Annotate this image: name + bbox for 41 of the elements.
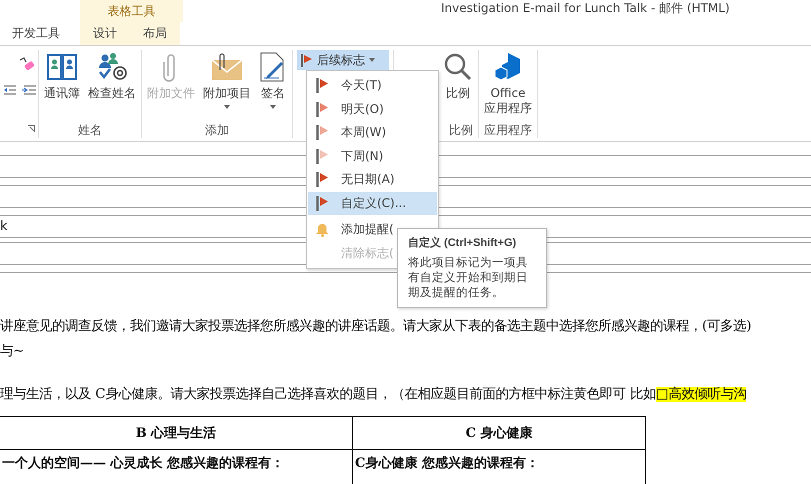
table-header-cell: C 身心健康 xyxy=(352,416,646,450)
ribbon-button[interactable]: 检查姓名 xyxy=(86,50,138,122)
envelope-paperclip-icon xyxy=(211,52,243,82)
group-label: 添加 xyxy=(204,122,230,138)
ribbon-button[interactable]: 通讯簿 xyxy=(42,50,82,122)
ribbon-tab[interactable]: 开发工具 xyxy=(0,22,80,45)
address-book-icon xyxy=(47,52,77,82)
table-cell: 一个人的空间—— 心灵成长 您感兴趣的课程有： xyxy=(0,450,352,484)
dialog-launcher-icon[interactable] xyxy=(28,125,35,132)
ribbon-button[interactable]: Office 应用程序 xyxy=(482,50,534,122)
table-header-cell: B 心理与生活 xyxy=(0,416,352,450)
ribbon-tab[interactable]: 布局 xyxy=(130,22,180,45)
body-paragraph: 与~ xyxy=(0,343,26,361)
ribbon-tab[interactable]: 设计 xyxy=(80,22,130,45)
flag-icon xyxy=(301,54,313,66)
group-label: 比例 xyxy=(448,122,474,138)
caret-icon xyxy=(369,58,375,62)
people-check-icon xyxy=(96,52,128,82)
decrease-indent-icon[interactable] xyxy=(4,84,16,96)
tooltip-text: 将此项目标记为一项具有自定义开始和到期日期及提醒的任务。 xyxy=(408,255,529,300)
bell-icon xyxy=(316,222,329,237)
group-label: 姓名 xyxy=(77,122,103,138)
contextual-tab-group-label: 表格工具 xyxy=(80,0,183,22)
menu-item[interactable]: 本周(W) xyxy=(308,121,437,144)
menu-item[interactable]: 下周(N) xyxy=(308,144,437,168)
ribbon-button[interactable]: 签名 xyxy=(257,50,289,122)
caret-icon xyxy=(224,105,230,109)
menu-item[interactable]: 自定义(C)... xyxy=(308,192,437,215)
group-label: 应用程序 xyxy=(483,122,533,138)
follow-up-flag-button[interactable]: 后续标志 xyxy=(297,50,389,70)
office-cube-icon xyxy=(494,52,522,82)
caret-icon xyxy=(270,105,276,109)
table-cell: C身心健康 您感兴趣的课程有： xyxy=(352,450,646,484)
window-title: Investigation E-mail for Lunch Talk - 邮件 (HTML) xyxy=(441,0,730,17)
body-paragraph: 讲座意见的调查反馈，我们邀请大家投票选择您所感兴趣的讲座话题。请大家从下表的备选主题中选择您所感兴趣的课程，(可多选) xyxy=(0,318,752,336)
tooltip-title: 自定义 (Ctrl+Shift+G) xyxy=(408,236,516,250)
increase-indent-icon[interactable] xyxy=(22,84,36,96)
ribbon-button[interactable]: 附加项目 xyxy=(201,50,253,122)
magnifier-icon xyxy=(443,52,473,82)
body-paragraph: 理与生活，以及 C身心健康。请大家投票选择自己选择喜欢的题目，（在相应题目前面的方框中标注黄色即可 比如□高效倾听与沟 xyxy=(0,386,748,404)
menu-item[interactable]: 无日期(A) xyxy=(308,168,437,192)
